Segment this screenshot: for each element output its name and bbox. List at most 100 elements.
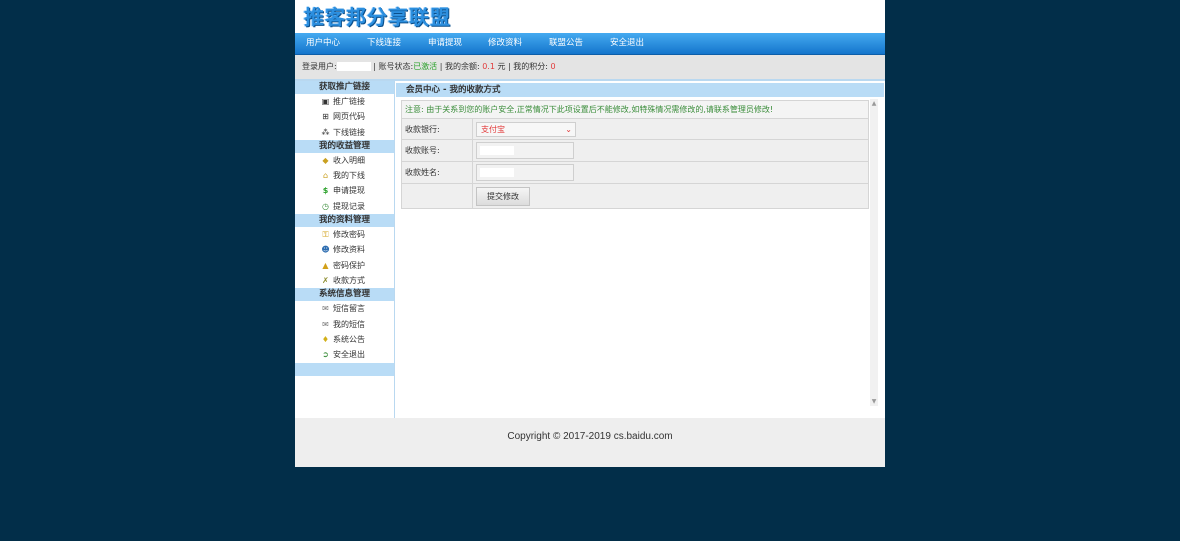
sidebar-item-label: 修改密码 — [333, 230, 365, 240]
chevron-down-icon: ⌄ — [565, 124, 572, 134]
sidebar-item-downline-link[interactable]: ⁂ 下线链接 — [295, 125, 394, 140]
sidebar-item-label: 短信留言 — [333, 304, 365, 314]
name-label: 收款姓名: — [401, 161, 473, 184]
nav-user-center[interactable]: 用户中心 — [306, 33, 340, 54]
sidebar-item-payment-method[interactable]: ✗ 收款方式 — [295, 273, 394, 288]
sidebar-item-label: 系统公告 — [333, 334, 365, 344]
copyright-text: Copyright © 2017-2019 cs.baidu.com — [507, 431, 673, 442]
bank-select-value: 支付宝 — [481, 124, 505, 134]
sidebar-item-sms-message[interactable]: ✉ 短信留言 — [295, 301, 394, 316]
lock-icon: ▲ — [322, 260, 329, 270]
name-input[interactable] — [476, 164, 574, 181]
network-icon: ⁂ — [321, 127, 330, 137]
bulb-icon: ♦ — [321, 334, 330, 344]
users-icon: ☻ — [321, 245, 330, 255]
username-redacted — [336, 62, 371, 71]
account-input[interactable] — [476, 142, 574, 159]
wrench-icon: ✗ — [322, 275, 329, 285]
mail-icon: ✉ — [322, 304, 329, 314]
sidebar-item-promo-link[interactable]: ▣ 推广链接 — [295, 94, 394, 109]
submit-button[interactable]: 提交修改 — [476, 186, 530, 206]
scrollbar[interactable]: ▲ ▼ — [870, 99, 878, 406]
code-icon: ⊞ — [322, 112, 329, 122]
form-row-account: 收款账号: — [401, 139, 869, 162]
form-row-bank: 收款银行: 支付宝 ⌄ — [401, 118, 869, 140]
account-cell — [472, 139, 869, 162]
account-redacted — [480, 146, 514, 155]
nav-logout[interactable]: 安全退出 — [610, 33, 644, 54]
header: 推客邦分享联盟 — [295, 0, 885, 33]
balance-unit: 元 — [497, 62, 506, 71]
sidebar-item-label: 提现记录 — [333, 201, 365, 211]
page: 推客邦分享联盟 用户中心 下线连接 申请提现 修改资料 联盟公告 安全退出 登录… — [295, 0, 885, 467]
notice-bar: 注意: 由于关系到您的账户安全,正常情况下此项设置后不能修改,如特殊情况需修改的… — [401, 100, 869, 119]
name-redacted — [480, 168, 514, 177]
sidebar-item-label: 网页代码 — [333, 112, 365, 122]
dollar-icon: $ — [322, 186, 329, 196]
sidebar-item-label: 安全退出 — [333, 350, 365, 360]
sidebar-item-income-detail[interactable]: ◆ 收入明细 — [295, 153, 394, 168]
sidebar-item-label: 修改资料 — [333, 245, 365, 255]
payment-form: 收款银行: 支付宝 ⌄ 收款账号: 收款姓名: 提交修改 — [401, 118, 869, 209]
main-panel: 会员中心 - 我的收款方式 注意: 由于关系到您的账户安全,正常情况下此项设置后… — [395, 81, 885, 418]
sidebar-item-password-protect[interactable]: ▲ 密码保护 — [295, 258, 394, 273]
sidebar-item-logout[interactable]: ➲ 安全退出 — [295, 347, 394, 362]
sidebar-item-label: 收入明细 — [333, 155, 365, 165]
exit-icon: ➲ — [322, 350, 329, 360]
account-label: 收款账号: — [401, 139, 473, 162]
sidebar-item-label: 我的下线 — [333, 171, 365, 181]
points-label: | 我的积分: — [508, 62, 548, 71]
sidebar-section-profile: 我的资料管理 — [295, 214, 394, 228]
bank-label: 收款银行: — [401, 118, 473, 140]
sidebar-section-promo: 获取推广链接 — [295, 81, 394, 94]
clock-icon: ◷ — [322, 201, 329, 211]
sidebar-item-my-downline[interactable]: ⌂ 我的下线 — [295, 168, 394, 183]
sidebar-item-label: 我的短信 — [333, 319, 365, 329]
sidebar-item-web-code[interactable]: ⊞ 网页代码 — [295, 109, 394, 124]
footer: Copyright © 2017-2019 cs.baidu.com — [295, 418, 885, 467]
site-logo[interactable]: 推客邦分享联盟 — [304, 1, 451, 30]
sidebar-item-label: 推广链接 — [333, 97, 365, 106]
submit-cell: 提交修改 — [472, 183, 869, 209]
account-state-label: | 账号状态: — [373, 62, 414, 71]
top-nav: 用户中心 下线连接 申请提现 修改资料 联盟公告 安全退出 — [295, 33, 885, 55]
scroll-down-icon[interactable]: ▼ — [870, 398, 878, 405]
sidebar-item-my-sms[interactable]: ✉ 我的短信 — [295, 317, 394, 332]
sidebar-item-withdraw-log[interactable]: ◷ 提现记录 — [295, 199, 394, 214]
sidebar-item-label: 申请提现 — [333, 186, 365, 196]
key-icon: ⚿ — [322, 230, 329, 240]
account-state: 已激活 — [413, 62, 438, 71]
nav-edit-profile[interactable]: 修改资料 — [488, 33, 522, 54]
panel-title-text: 会员中心 - 我的收款方式 — [406, 85, 501, 95]
sidebar-item-apply-withdraw[interactable]: $ 申请提现 — [295, 183, 394, 198]
points-value: 0 — [550, 62, 556, 71]
bank-select[interactable]: 支付宝 ⌄ — [476, 121, 576, 137]
link-icon: ▣ — [321, 97, 330, 106]
sidebar-item-edit-profile[interactable]: ☻ 修改资料 — [295, 242, 394, 257]
sidebar: 获取推广链接 ▣ 推广链接 ⊞ 网页代码 ⁂ 下线链接 我的收益管理 ◆ 收入明细 ⌂ 我… — [295, 81, 395, 418]
coins-icon: ◆ — [322, 155, 329, 165]
status-bar: 登录用户: | 账号状态:已激活 | 我的余额: 0.1 元 | 我的积分: 0 — [295, 55, 885, 81]
mail-icon: ✉ — [322, 319, 329, 329]
sidebar-item-label: 密码保护 — [333, 260, 365, 270]
nav-withdraw[interactable]: 申请提现 — [428, 33, 462, 54]
nav-downline-links[interactable]: 下线连接 — [367, 33, 401, 54]
nav-announcements[interactable]: 联盟公告 — [549, 33, 583, 54]
bank-cell: 支付宝 ⌄ — [472, 118, 869, 140]
empty-cell — [401, 183, 473, 209]
form-row-name: 收款姓名: — [401, 161, 869, 184]
sidebar-item-label: 下线链接 — [333, 127, 365, 137]
sidebar-section-income: 我的收益管理 — [295, 139, 394, 153]
sidebar-item-label: 收款方式 — [333, 275, 365, 285]
form-row-submit: 提交修改 — [401, 183, 869, 209]
scroll-up-icon[interactable]: ▲ — [870, 100, 878, 107]
balance-label: | 我的余额: — [439, 62, 480, 71]
user-label: 登录用户: — [302, 62, 337, 71]
house-icon: ⌂ — [322, 171, 329, 181]
notice-text: 注意: 由于关系到您的账户安全,正常情况下此项设置后不能修改,如特殊情况需修改的… — [405, 105, 774, 114]
sidebar-item-change-password[interactable]: ⚿ 修改密码 — [295, 227, 394, 242]
sidebar-section-system: 系统信息管理 — [295, 288, 394, 302]
balance-value: 0.1 — [482, 62, 495, 71]
sidebar-item-system-notice[interactable]: ♦ 系统公告 — [295, 332, 394, 347]
sidebar-footer-bar — [295, 363, 394, 377]
